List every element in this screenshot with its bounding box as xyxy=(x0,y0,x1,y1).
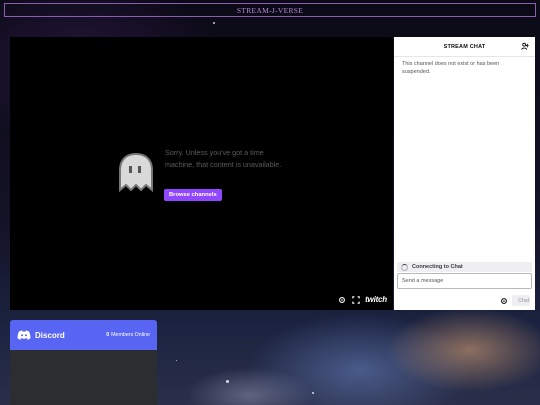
site-title: STREAM-J-VERSE xyxy=(236,5,304,15)
star xyxy=(226,380,229,383)
discord-header: Discord 0 Members Online xyxy=(10,320,157,350)
site-header: STREAM-J-VERSE xyxy=(4,3,536,17)
video-player[interactable]: Sorry. Unless you've got a time machine,… xyxy=(10,37,393,310)
ghost-icon xyxy=(119,152,153,192)
chat-header: STREAM CHAT xyxy=(394,37,535,57)
chat-settings-gear-icon[interactable] xyxy=(500,297,508,305)
connecting-text: Connecting to Chat xyxy=(412,264,463,270)
members-count: 0 xyxy=(106,332,110,338)
members-online: 0 Members Online xyxy=(106,332,150,338)
browse-channels-button[interactable]: Browse channels xyxy=(164,189,222,201)
star xyxy=(176,360,177,361)
members-label: Members Online xyxy=(111,332,150,338)
discord-logo-icon xyxy=(17,330,31,340)
users-icon[interactable] xyxy=(521,42,530,51)
gear-icon[interactable] xyxy=(337,295,346,304)
connecting-status: Connecting to Chat xyxy=(397,262,532,272)
discord-widget: Discord 0 Members Online xyxy=(10,320,157,405)
spinner-icon xyxy=(401,263,408,271)
chat-notice: This channel does not exist or has been … xyxy=(402,61,500,75)
star xyxy=(213,22,215,24)
chat-send-button[interactable]: Chat xyxy=(512,295,530,306)
error-message: Sorry. Unless you've got a time machine,… xyxy=(165,148,282,169)
chat-message-input[interactable] xyxy=(397,273,532,289)
discord-brand[interactable]: Discord xyxy=(17,330,65,340)
player-controls: twitch xyxy=(337,295,387,304)
fullscreen-icon[interactable] xyxy=(351,295,360,304)
stream-chat: STREAM CHAT This channel does not exist … xyxy=(394,37,535,310)
discord-name: Discord xyxy=(35,330,65,340)
chat-title: STREAM CHAT xyxy=(443,43,486,50)
twitch-logo[interactable]: twitch xyxy=(365,295,387,304)
star xyxy=(312,392,314,394)
